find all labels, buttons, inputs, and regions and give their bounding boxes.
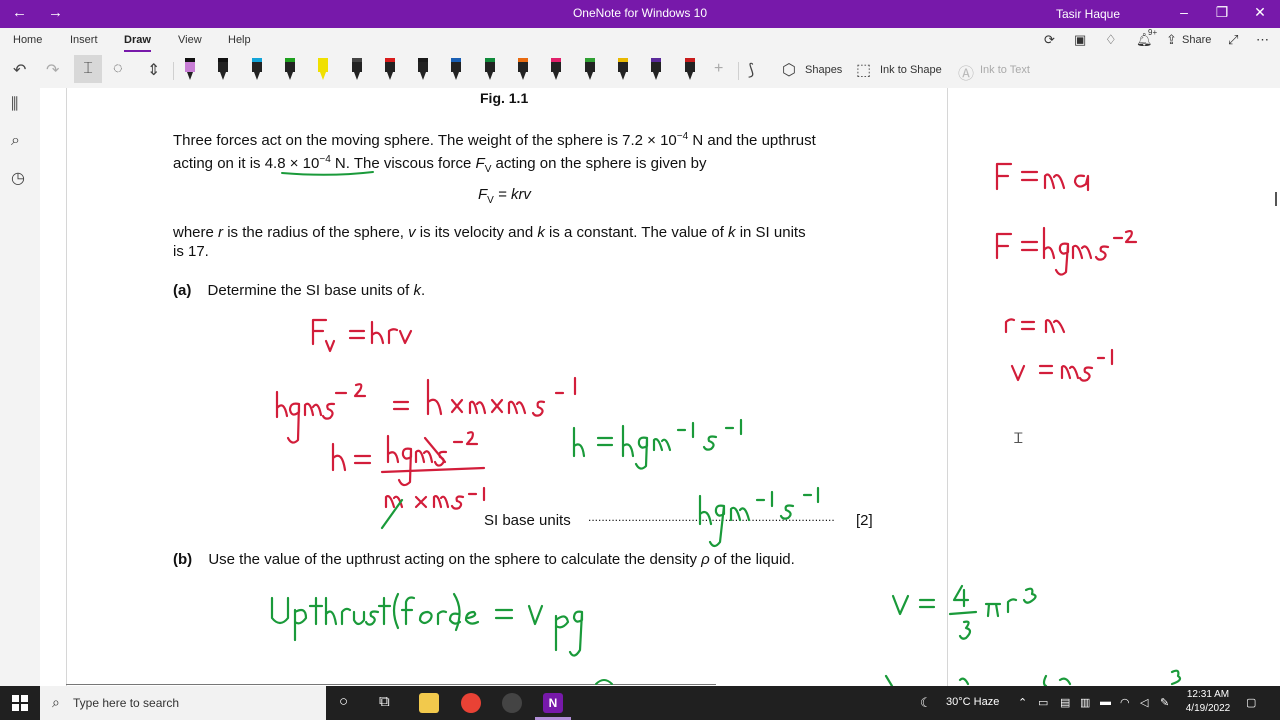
sync-icon[interactable]: ⟳ [1044, 32, 1055, 48]
lasso-select-icon[interactable]: ◌ [113, 60, 123, 78]
windows-taskbar: ⌕ Type here to search ○ ⧉ N ☾ 30°C Haze … [0, 686, 1280, 720]
volume-icon[interactable]: ◁ [1140, 696, 1148, 709]
printout-right-edge [947, 88, 948, 686]
tab-draw[interactable]: Draw [124, 34, 151, 52]
file-explorer-icon[interactable] [419, 693, 439, 713]
title-bar: ← → OneNote for Windows 10 Tasir Haque –… [0, 0, 1280, 28]
divider [738, 62, 739, 80]
notebooks-icon[interactable]: ⫼ [11, 96, 18, 114]
recent-icon[interactable]: ◷ [11, 168, 25, 188]
add-pen-icon[interactable]: + [714, 60, 723, 78]
restore-button[interactable]: ❐ [1207, 4, 1237, 21]
marks-label: [2] [856, 512, 873, 529]
paragraph-forces: Three forces act on the moving sphere. T… [173, 127, 893, 179]
paragraph-line-1: Three forces act on the moving sphere. T… [173, 131, 816, 149]
pen-9[interactable] [450, 58, 462, 82]
question-b: (b) Use the value of the upthrust acting… [173, 551, 795, 568]
redo-icon[interactable]: ↷ [46, 60, 59, 80]
show-hidden-icons-icon[interactable]: ⌃ [1018, 696, 1027, 709]
pen-13[interactable] [584, 58, 596, 82]
figure-caption: Fig. 1.1 [480, 90, 529, 106]
notification-badge: 9+ [1148, 28, 1158, 37]
pen-16[interactable] [684, 58, 696, 82]
pen-10[interactable] [484, 58, 496, 82]
pen-12[interactable] [550, 58, 562, 82]
ink-to-text-button[interactable]: Ink to Text [980, 64, 1030, 76]
ribbon-tabs: Home Insert Draw View Help [0, 28, 1280, 54]
pen-4[interactable] [284, 58, 296, 82]
pen-3[interactable] [251, 58, 263, 82]
scrollbar-thumb[interactable] [1275, 192, 1277, 206]
forward-arrow-icon[interactable]: → [48, 4, 63, 21]
windows-start-icon[interactable] [12, 695, 28, 711]
user-name[interactable]: Tasir Haque [1056, 7, 1120, 21]
pen-1[interactable] [184, 58, 196, 82]
more-icon[interactable]: ⋯ [1256, 32, 1269, 48]
pen-6[interactable] [351, 58, 363, 82]
si-units-label: SI base units [484, 512, 571, 529]
close-button[interactable]: ✕ [1245, 4, 1275, 21]
search-icon[interactable]: ⌕ [11, 132, 20, 150]
pen-15[interactable] [650, 58, 662, 82]
tab-help[interactable]: Help [228, 34, 251, 46]
ruler-icon[interactable]: ⟆ [748, 60, 754, 80]
clock[interactable]: 12:31 AM 4/19/2022 [1184, 688, 1232, 716]
notifications-icon[interactable]: ▢ [1246, 696, 1256, 709]
draw-toolbar: ↶ ↷ ⌶ ◌ ⇕ + ⟆ ⬡ Shapes ⬚ Ink to Shape Ⓐ … [0, 54, 1280, 89]
minimize-button[interactable]: – [1169, 4, 1199, 20]
share-icon[interactable]: ⇪ [1166, 32, 1177, 48]
printout-bottom-edge [66, 684, 716, 685]
lightbulb-icon[interactable]: ♢ [1105, 32, 1117, 48]
question-a: (a) Determine the SI base units of k. [173, 282, 426, 299]
shapes-button[interactable]: Shapes [805, 64, 842, 76]
divider [173, 62, 174, 80]
tray-icon-3[interactable]: ▥ [1080, 696, 1090, 709]
expand-icon[interactable]: ⤢ [1228, 32, 1238, 48]
back-arrow-icon[interactable]: ← [12, 4, 27, 21]
search-icon: ⌕ [52, 694, 60, 710]
paragraph-definitions: where r is the radius of the sphere, v i… [173, 224, 806, 260]
text-cursor-icon: Ꮖ [1014, 430, 1024, 446]
viscous-force-formula: FV = krv [478, 186, 531, 206]
weather-icon[interactable]: ☾ [920, 695, 932, 711]
pen-14[interactable] [617, 58, 629, 82]
onenote-icon[interactable]: N [543, 693, 563, 713]
weather-text[interactable]: 30°C Haze [946, 696, 999, 708]
obs-icon[interactable] [502, 693, 522, 713]
undo-icon[interactable]: ↶ [13, 60, 26, 80]
share-button[interactable]: Share [1182, 34, 1211, 46]
cortana-icon[interactable]: ○ [339, 693, 348, 710]
wifi-icon[interactable]: ◠ [1120, 696, 1130, 709]
ink-to-shape-button[interactable]: Ink to Shape [880, 64, 942, 76]
add-space-icon[interactable]: ⇕ [147, 60, 160, 80]
taskbar-search-box[interactable]: ⌕ Type here to search [40, 686, 326, 720]
tab-home[interactable]: Home [13, 34, 42, 46]
tab-insert[interactable]: Insert [70, 34, 98, 46]
pages-icon[interactable]: ▣ [1074, 32, 1086, 48]
lasso-type-icon[interactable]: ⌶ [74, 55, 102, 83]
pen-11[interactable] [517, 58, 529, 82]
paragraph-line-2: acting on it is 4.8 × 10−4 N. The viscou… [173, 154, 707, 175]
pen-7[interactable] [384, 58, 396, 82]
left-sidebar: ⫼ ⌕ ◷ [0, 88, 40, 686]
tab-view[interactable]: View [178, 34, 202, 46]
pen-8[interactable] [417, 58, 429, 82]
battery-icon[interactable]: ▬ [1100, 696, 1111, 708]
pen-5[interactable] [317, 58, 329, 82]
ink-to-shape-icon[interactable]: ⬚ [856, 60, 871, 80]
ink-to-text-icon[interactable]: Ⓐ [958, 60, 974, 84]
printout-left-edge [66, 88, 67, 686]
pen-2[interactable] [217, 58, 229, 82]
search-placeholder: Type here to search [73, 696, 180, 710]
shapes-icon[interactable]: ⬡ [782, 60, 796, 80]
tray-icon-1[interactable]: ▭ [1038, 696, 1048, 709]
pen-tray-icon[interactable]: ✎ [1160, 696, 1169, 709]
task-view-icon[interactable]: ⧉ [379, 693, 390, 710]
tray-icon-2[interactable]: ▤ [1060, 696, 1070, 709]
answer-line: ........................................… [588, 510, 835, 524]
chrome-icon[interactable] [461, 693, 481, 713]
